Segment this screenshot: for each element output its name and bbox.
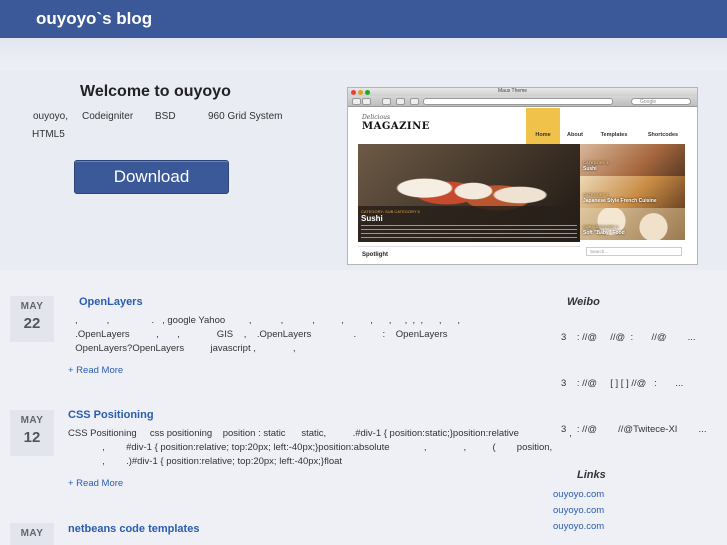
hero-tag: 960 Grid System bbox=[208, 111, 283, 122]
post-date-day: 22 bbox=[23, 315, 41, 332]
bookmark-icon bbox=[410, 98, 419, 105]
post-title[interactable]: OpenLayers bbox=[79, 296, 143, 308]
preview-window-titlebar: Maus Theme bbox=[348, 88, 697, 96]
hero-section: Welcome to ouyoyo ouyoyo, Codeigniter BS… bbox=[0, 70, 727, 270]
preview-spotlight-heading: Spotlight bbox=[362, 252, 388, 258]
read-more-link[interactable]: + Read More bbox=[68, 365, 123, 376]
preview-featured-title: Sushi bbox=[361, 214, 383, 223]
hero-tag: ouyoyo, bbox=[33, 111, 69, 122]
preview-thumb-title: Sushi bbox=[583, 166, 597, 172]
close-dot-icon bbox=[351, 90, 356, 95]
preview-nav-home: Home bbox=[526, 108, 560, 144]
links-widget-title: Links bbox=[577, 469, 606, 481]
post-date-badge: MAY 22 bbox=[10, 296, 54, 342]
forward-icon bbox=[362, 98, 371, 105]
weibo-item[interactable]: 3 : //@ //@ : //@ ... bbox=[561, 332, 696, 343]
hero-title: Welcome to ouyoyo bbox=[80, 83, 231, 100]
preview-toolbar: Google bbox=[348, 96, 697, 107]
post-excerpt-line: , , . , google Yahoo , , , , , , , , , ,… bbox=[75, 315, 461, 326]
preview-nav-about: About bbox=[567, 132, 583, 138]
site-header: ouyoyo`s blog bbox=[0, 0, 727, 38]
blogroll-link[interactable]: ouyoyo.com bbox=[553, 489, 604, 500]
hero-tag: Codeigniter bbox=[82, 111, 134, 122]
read-more-link[interactable]: + Read More bbox=[68, 478, 123, 489]
post-date-month: MAY bbox=[20, 528, 44, 539]
home-icon bbox=[396, 98, 405, 105]
preview-thumb: SUB CATEGORY 2 Soft "Baby" Food bbox=[580, 208, 685, 240]
preview-sidebar-search: Search... bbox=[586, 247, 682, 256]
preview-logo: MAGAZINE bbox=[362, 121, 430, 132]
post-date-badge: MAY 12 bbox=[10, 410, 54, 456]
preview-divider bbox=[358, 246, 580, 247]
post-title[interactable]: netbeans code templates bbox=[68, 523, 199, 535]
minimize-dot-icon bbox=[358, 90, 363, 95]
weibo-item[interactable]: 3 : //@ //@Twitece-XI ... bbox=[561, 424, 706, 435]
reload-icon bbox=[382, 98, 391, 105]
preview-nav-templates: Templates bbox=[600, 132, 628, 138]
preview-thumb-title: Soft "Baby" Food bbox=[583, 230, 625, 236]
post-excerpt-line: , #div-1 { position:relative; top:20px; … bbox=[68, 442, 553, 453]
preview-search-box: Google bbox=[631, 98, 691, 105]
site-title[interactable]: ouyoyo`s blog bbox=[36, 9, 152, 29]
preview-window-title: Maus Theme bbox=[498, 88, 528, 94]
header-shadow bbox=[0, 38, 727, 70]
preview-logo-small: Delicious bbox=[362, 114, 391, 121]
preview-thumb-title: Japanese Style French Cuisine bbox=[583, 198, 657, 204]
back-icon bbox=[352, 98, 361, 105]
post-excerpt-line: OpenLayers?OpenLayers javascript , , bbox=[70, 343, 296, 354]
post-date-day: 12 bbox=[23, 429, 41, 446]
preview-thumb: CATEGORY 3 Sushi bbox=[580, 144, 685, 176]
weibo-widget-title: Weibo bbox=[567, 296, 600, 308]
preview-thumb-category: CATEGORY 2 bbox=[583, 192, 609, 197]
theme-preview-image: Maus Theme Google Delicious MAGAZINE Hom… bbox=[347, 87, 698, 265]
post-excerpt-line: , .)#div-1 { position:relative; top:20px… bbox=[68, 456, 343, 467]
preview-thumb-category: CATEGORY 3 bbox=[583, 160, 609, 165]
preview-url-bar bbox=[423, 98, 613, 105]
post-date-badge: MAY bbox=[10, 523, 54, 545]
preview-page: Delicious MAGAZINE Home About Templates … bbox=[358, 108, 685, 264]
preview-thumb: CATEGORY 2 Japanese Style French Cuisine bbox=[580, 176, 685, 208]
blogroll-link[interactable]: ouyoyo.com bbox=[553, 505, 604, 516]
hero-tag: BSD bbox=[155, 111, 176, 122]
preview-thumb-category: SUB CATEGORY 2 bbox=[583, 224, 619, 229]
download-button[interactable]: Download bbox=[74, 160, 229, 194]
zoom-dot-icon bbox=[365, 90, 370, 95]
preview-featured-caption: CATEGORY: SUB CATEGORY 5 Sushi bbox=[358, 206, 580, 242]
post-date-month: MAY bbox=[20, 415, 44, 426]
preview-nav-shortcodes: Shortcodes bbox=[647, 132, 679, 138]
post-excerpt-line: .OpenLayers , , GIS , .OpenLayers . : Op… bbox=[70, 329, 448, 340]
post-date-month: MAY bbox=[20, 301, 44, 312]
post-title[interactable]: CSS Positioning bbox=[68, 409, 154, 421]
post-excerpt-line: CSS Positioning css positioning position… bbox=[68, 428, 572, 439]
preview-featured-text bbox=[361, 225, 577, 239]
weibo-item[interactable]: 3 : //@ [ ] [ ] //@ : ... bbox=[561, 378, 683, 389]
blogroll-link[interactable]: ouyoyo.com bbox=[553, 521, 604, 532]
hero-tag: HTML5 bbox=[32, 129, 65, 140]
